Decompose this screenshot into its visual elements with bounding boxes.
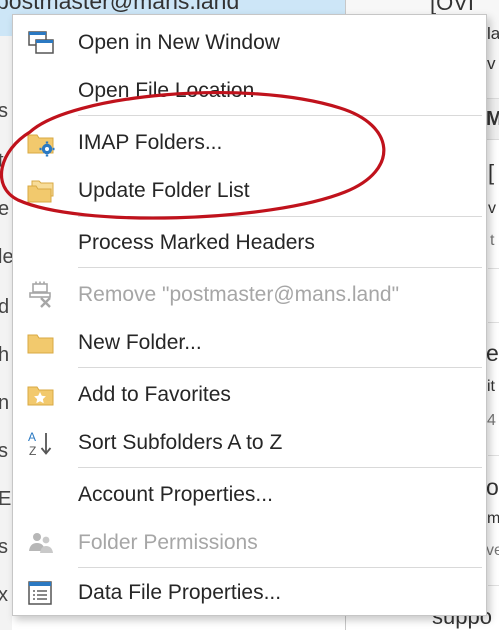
menu-separator xyxy=(78,467,482,468)
users-icon xyxy=(29,533,53,553)
menu-item-label: Process Marked Headers xyxy=(78,231,315,254)
sort-az-icon: A Z xyxy=(28,430,52,457)
menu-item-sort-subfolders[interactable]: A Z Sort Subfolders A to Z xyxy=(13,421,486,465)
menu-item-label: Open in New Window xyxy=(78,31,280,54)
remove-account-icon xyxy=(29,281,51,308)
folder-name-fragment: s xyxy=(0,440,8,462)
menu-item-label: New Folder... xyxy=(78,331,202,354)
menu-item-open-file-location[interactable]: Open File Location xyxy=(13,69,486,113)
folder-name-fragment: t xyxy=(0,150,4,172)
folder-name-fragment: e xyxy=(0,198,10,220)
message-divider xyxy=(488,455,499,456)
menu-item-label: Add to Favorites xyxy=(78,383,231,406)
menu-item-data-file-properties[interactable]: Data File Properties... xyxy=(13,571,486,615)
folder-name-fragment: s xyxy=(0,100,8,122)
svg-text:Z: Z xyxy=(29,444,36,457)
menu-separator xyxy=(78,115,482,116)
folder-star-icon xyxy=(27,386,54,406)
folder-name-fragment: n xyxy=(0,392,10,414)
new-window-icon xyxy=(28,31,54,54)
message-divider xyxy=(488,268,499,269)
message-fragment: 4 xyxy=(487,412,496,429)
menu-item-label: Open File Location xyxy=(78,79,255,102)
menu-item-imap-folders[interactable]: IMAP Folders... xyxy=(13,121,486,165)
message-fragment: la xyxy=(487,24,499,43)
message-fragment: ve xyxy=(486,542,499,559)
menu-item-label: Account Properties... xyxy=(78,483,273,506)
svg-text:A: A xyxy=(28,430,36,444)
menu-item-remove-account: Remove "postmaster@mans.land" xyxy=(13,273,486,317)
message-divider xyxy=(488,585,499,586)
menu-separator xyxy=(78,267,482,268)
message-fragment: o xyxy=(486,474,499,500)
message-fragment: [ xyxy=(488,160,495,185)
menu-item-account-properties[interactable]: Account Properties... xyxy=(13,473,486,517)
menu-item-open-in-new-window[interactable]: Open in New Window xyxy=(13,21,486,65)
menu-item-folder-permissions: Folder Permissions xyxy=(13,521,486,565)
message-fragment: v xyxy=(488,200,496,217)
account-header-text: postmaster@mans.land xyxy=(0,0,240,14)
message-fragment: m xyxy=(487,510,499,527)
menu-item-label: Remove "postmaster@mans.land" xyxy=(78,283,400,306)
menu-item-update-folder-list[interactable]: Update Folder List xyxy=(13,169,486,213)
menu-item-label: IMAP Folders... xyxy=(78,131,223,154)
menu-item-add-to-favorites[interactable]: Add to Favorites xyxy=(13,373,486,417)
folder-name-fragment: s xyxy=(0,536,8,558)
list-window-icon xyxy=(28,581,52,605)
message-fragment: M xyxy=(486,108,499,130)
menu-item-label: Folder Permissions xyxy=(78,531,258,554)
folders-icon xyxy=(27,180,54,203)
folder-context-menu: Open in New Window Open File Location IM… xyxy=(12,14,487,616)
folder-name-fragment: h xyxy=(0,344,10,366)
message-fragment: it xyxy=(487,378,495,395)
menu-separator xyxy=(78,567,482,568)
message-divider xyxy=(488,322,499,323)
message-fragment: v xyxy=(487,54,496,73)
message-fragment: e xyxy=(486,340,499,366)
menu-item-label: Sort Subfolders A to Z xyxy=(78,431,283,454)
message-fragment: t xyxy=(490,232,495,249)
folder-icon xyxy=(27,334,54,354)
folder-gear-icon xyxy=(27,134,55,157)
folder-name-fragment: x xyxy=(0,584,8,606)
folder-name-fragment: d xyxy=(0,296,10,318)
menu-item-label: Data File Properties... xyxy=(78,581,282,604)
menu-separator xyxy=(78,216,482,217)
menu-item-new-folder[interactable]: New Folder... xyxy=(13,321,486,365)
menu-item-process-marked-headers[interactable]: Process Marked Headers xyxy=(13,221,486,265)
menu-item-label: Update Folder List xyxy=(78,179,250,202)
menu-separator xyxy=(78,367,482,368)
